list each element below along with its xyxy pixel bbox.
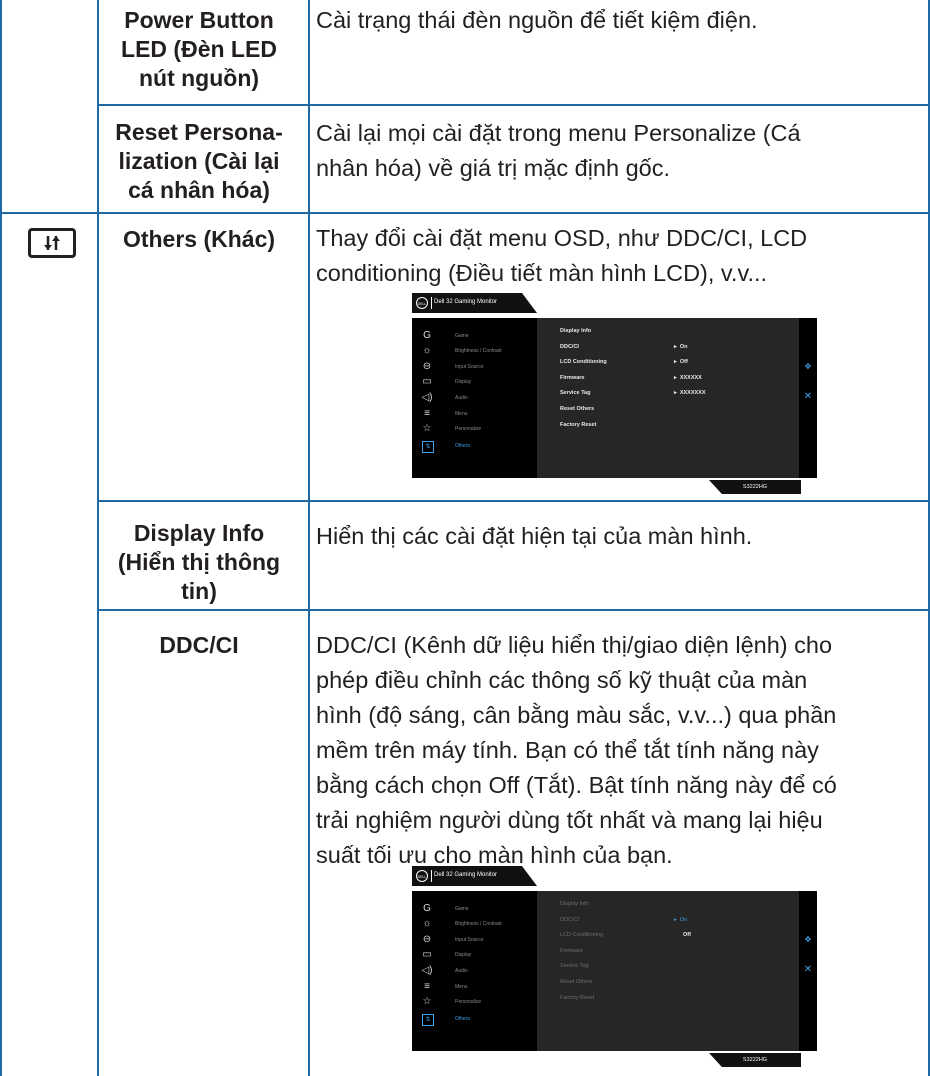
- osd-menu-label: Game: [455, 906, 469, 912]
- osd-submenu-item[interactable]: LCD Conditioning: [560, 359, 607, 365]
- osd-main-menu: G Game ☼ Brightness / Contrast ⊖ Input Source…: [412, 891, 537, 1051]
- osd-submenu-item[interactable]: DDC/CI: [560, 917, 579, 923]
- osd-submenu-item[interactable]: Factory Reset: [560, 422, 596, 428]
- game-icon: G: [423, 903, 431, 914]
- row-divider: [0, 212, 930, 214]
- osd-menu-label: Menu: [455, 984, 468, 990]
- audio-icon: ◁): [421, 965, 433, 976]
- osd-title-tab: DELL Dell 32 Gaming Monitor: [412, 293, 537, 313]
- row-name-ddc-ci: DDC/CI: [159, 632, 239, 658]
- osd-menu-label: Others: [455, 443, 471, 449]
- osd-menu-label: Display: [455, 379, 472, 385]
- row-desc-power-led: Cài trạng thái đèn nguồn để tiết kiệm đi…: [316, 7, 758, 33]
- display-icon: ▭: [422, 949, 432, 960]
- osd-submenu: Display Info DDC/CI LCD Conditioning Firmwa…: [537, 318, 799, 478]
- osd-title: Dell 32 Gaming Monitor: [434, 872, 498, 878]
- osd-submenu-item[interactable]: Firmware: [560, 948, 583, 954]
- row-desc-others: Thay đổi cài đặt menu OSD, như DDC/CI, L…: [316, 225, 808, 286]
- osd-menu-label: Display: [455, 952, 472, 958]
- menu-icon: ≡: [424, 408, 430, 419]
- osd-submenu-item[interactable]: Service Tag: [560, 963, 589, 969]
- osd-submenu-item[interactable]: Display Info: [560, 328, 591, 334]
- osd-option-off[interactable]: Off: [683, 932, 691, 938]
- osd-submenu: Display Info DDC/CI LCD Conditioning Firmwa…: [537, 891, 799, 1051]
- navigate-icon[interactable]: ✥: [802, 935, 814, 944]
- osd-menu-label: Brightness / Contrast: [455, 921, 502, 927]
- osd-menu-label: Audio: [455, 395, 468, 401]
- osd-model: S3222HG: [709, 480, 801, 494]
- row-desc-ddc-ci: DDC/CI (Kênh dữ liệu hiển thị/giao diện …: [316, 632, 837, 868]
- osd-menu-label: Input Source: [455, 937, 484, 943]
- osd-controls: ✥ ✕: [799, 318, 817, 478]
- osd-menu-label: Input Source: [455, 364, 484, 370]
- osd-submenu-item[interactable]: DDC/CI: [560, 344, 579, 350]
- osd-value: ▸ On: [674, 344, 688, 350]
- row-name-reset-personalization: Reset Persona-lization (Cài lại cá nhân h…: [115, 119, 283, 203]
- osd-main-menu: G Game ☼ Brightness / Contrast ⊖ Input Source…: [412, 318, 537, 478]
- osd-menu-label: Personalize: [455, 999, 482, 1005]
- osd-menu-label: Game: [455, 333, 469, 339]
- brightness-icon: ☼: [422, 918, 432, 929]
- osd-menu-label: Menu: [455, 411, 468, 417]
- row-name-display-info: Display Info (Hiển thị thông tin): [117, 520, 281, 604]
- osd-option-on[interactable]: ▸ On: [674, 917, 687, 923]
- osd-controls: ✥ ✕: [799, 891, 817, 1051]
- osd-menu-ddc-ci: DELL Dell 32 Gaming Monitor G Game ☼ Brightne…: [412, 866, 817, 1074]
- osd-menu-label: Others: [455, 1016, 471, 1022]
- others-icon: [28, 228, 76, 258]
- table-col1-border: [97, 0, 99, 1076]
- brightness-icon: ☼: [422, 345, 432, 356]
- menu-icon: ≡: [424, 981, 430, 992]
- table-col2-border: [308, 0, 310, 1076]
- osd-title: Dell 32 Gaming Monitor: [434, 299, 498, 305]
- osd-submenu-item[interactable]: Firmware: [560, 375, 584, 381]
- close-icon[interactable]: ✕: [802, 391, 814, 402]
- osd-value: ▸ XXXXXX: [674, 375, 702, 381]
- dell-logo: DELL: [416, 297, 428, 309]
- osd-submenu-item[interactable]: Factory Reset: [560, 995, 594, 1001]
- osd-menu-label: Audio: [455, 968, 468, 974]
- others-icon: ⇅: [422, 1014, 434, 1026]
- dell-logo: DELL: [416, 870, 428, 882]
- osd-menu-label: Personalize: [455, 426, 482, 432]
- osd-menu-others: DELL Dell 32 Gaming Monitor G Game ☼ Brightne…: [412, 293, 817, 501]
- osd-submenu-item[interactable]: Display Info: [560, 901, 589, 907]
- navigate-icon[interactable]: ✥: [802, 362, 814, 371]
- personalize-icon: ☆: [422, 423, 432, 434]
- row-divider: [97, 609, 930, 611]
- row-name-power-led: Power Button LED (Đèn LED nút nguồn): [121, 7, 277, 91]
- others-icon: ⇅: [422, 441, 434, 453]
- osd-value: ▸ Off: [674, 359, 688, 365]
- display-icon: ▭: [422, 376, 432, 387]
- game-icon: G: [423, 330, 431, 341]
- personalize-icon: ☆: [422, 996, 432, 1007]
- osd-title-tab: DELL Dell 32 Gaming Monitor: [412, 866, 537, 886]
- row-divider: [97, 104, 930, 106]
- osd-submenu-item[interactable]: Reset Others: [560, 406, 594, 412]
- input-source-icon: ⊖: [422, 934, 432, 945]
- row-desc-display-info: Hiển thị các cài đặt hiện tại của màn hì…: [316, 523, 753, 549]
- osd-value: ▸ XXXXXXX: [674, 390, 706, 396]
- row-name-others: Others (Khác): [122, 226, 276, 252]
- osd-model: S3222HG: [709, 1053, 801, 1067]
- osd-submenu-item[interactable]: LCD Conditioning: [560, 932, 603, 938]
- audio-icon: ◁): [421, 392, 433, 403]
- row-desc-reset-personalization: Cài lại mọi cài đặt trong menu Personali…: [316, 120, 801, 181]
- osd-menu-label: Brightness / Contrast: [455, 348, 502, 354]
- table-left-border: [0, 0, 2, 1076]
- input-source-icon: ⊖: [422, 361, 432, 372]
- osd-submenu-item[interactable]: Reset Others: [560, 979, 592, 985]
- osd-submenu-item[interactable]: Service Tag: [560, 390, 590, 396]
- close-icon[interactable]: ✕: [802, 964, 814, 975]
